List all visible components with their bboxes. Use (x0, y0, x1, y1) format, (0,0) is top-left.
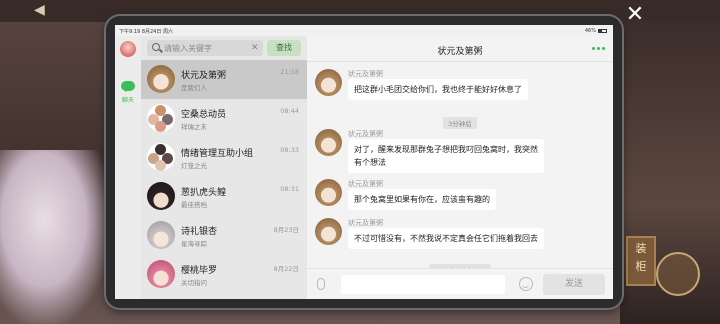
contact-subtitle: 灯笼之光 (181, 162, 207, 170)
battery-icon (598, 29, 607, 33)
message-sender: 状元及第粥 (348, 180, 383, 188)
contact-avatar (147, 65, 175, 93)
chat-header: 状元及第粥 (307, 36, 613, 62)
contact-item[interactable]: 葱扒虎头鳇 最佳搭档 08:31 (141, 177, 307, 216)
microphone-icon[interactable] (317, 278, 325, 290)
phone-screen: 下午9:19 8月24日 周六 46% 聊天 ✕ 查找 状元及第粥 (115, 25, 613, 299)
contact-avatar (147, 182, 175, 210)
message-bubble: 对了，醒来发现那群兔子想把我叼回兔窝时，我突然 有个想法 (348, 139, 544, 173)
contact-item[interactable]: 情绪管理互助小组 灯笼之光 08:33 (141, 138, 307, 177)
contact-name: 葱扒虎头鳇 (181, 188, 227, 198)
contact-subtitle: 祥瑞之末 (181, 123, 207, 131)
message-input[interactable] (341, 275, 505, 294)
message-line: 把这群小毛团交给你们，我也终于能好好休息了 (354, 85, 522, 94)
back-arrow-icon[interactable]: ◀ (34, 2, 45, 18)
contact-time: 21:18 (280, 68, 299, 76)
message-line: 那个兔窝里如果有你在，应该蛮有趣的 (354, 195, 490, 204)
chat-bubble-icon[interactable] (121, 81, 135, 92)
sender-avatar[interactable] (315, 69, 342, 96)
time-divider: 3分钟后 (307, 111, 613, 130)
contact-subtitle: 星海寻踪 (181, 240, 207, 248)
contact-item[interactable]: 空桑总动员 祥瑞之末 08:44 (141, 99, 307, 138)
contact-name: 状元及第粥 (181, 71, 227, 81)
contact-time: 08:44 (280, 107, 299, 115)
contact-name: 樱桃毕罗 (181, 266, 218, 276)
phone-device-frame: 下午9:19 8月24日 周六 46% 聊天 ✕ 查找 状元及第粥 (106, 16, 622, 308)
group-avatar (147, 143, 175, 171)
close-icon[interactable]: ✕ (624, 4, 646, 26)
contact-item[interactable]: 状元及第粥 是我们人 21:18 (141, 60, 307, 99)
contact-subtitle: 最佳搭档 (181, 201, 207, 209)
contact-time: 8月22日 (273, 265, 299, 273)
contact-subtitle: 关切指问 (181, 279, 207, 287)
contact-name: 空桑总动员 (181, 110, 227, 120)
chat-panel: 状元及第粥 状元及第粥 把这群小毛团交给你们，我也终于能好好休息了 3分钟后 状… (307, 36, 613, 299)
message-line: 对了，醒来发现那群兔子想把我叼回兔窝时，我突然 (354, 145, 538, 154)
sender-avatar[interactable] (315, 179, 342, 206)
message-line: 不过可惜没有，不然我说不定真会任它们拖着我回去 (354, 234, 538, 243)
user-avatar[interactable] (120, 41, 136, 57)
background-sign: 装柜 (626, 236, 656, 286)
message-sender: 状元及第粥 (348, 219, 383, 227)
status-bar: 下午9:19 8月24日 周六 46% (115, 25, 613, 36)
contact-time: 08:33 (280, 146, 299, 154)
contact-name: 情绪管理互助小组 (181, 149, 254, 159)
contact-time: 8月23日 (273, 226, 299, 234)
contact-time: 08:31 (280, 185, 299, 193)
rail-chat-label[interactable]: 聊天 (115, 95, 141, 104)
message-line: 有个想法 (354, 158, 386, 167)
message-bubble: 不过可惜没有，不然我说不定真会任它们拖着我回去 (348, 228, 544, 249)
sender-avatar[interactable] (315, 218, 342, 245)
more-options-icon[interactable] (592, 47, 605, 50)
emoji-icon[interactable] (519, 277, 533, 291)
message-bubble: 那个兔窝里如果有你在，应该蛮有趣的 (348, 189, 496, 210)
message-sender: 状元及第粥 (348, 70, 383, 78)
contact-item[interactable]: 樱桃毕罗 关切指问 8月22日 (141, 255, 307, 294)
search-box: ✕ (147, 40, 263, 56)
sender-avatar[interactable] (315, 129, 342, 156)
contact-list: 状元及第粥 是我们人 21:18 空桑总动员 祥瑞之末 08:44 情绪管理互助… (141, 60, 307, 294)
battery-percent: 46% (584, 28, 596, 34)
group-avatar (147, 104, 175, 132)
message-sender: 状元及第粥 (348, 130, 383, 138)
time-divider-label: 3分钟后 (443, 117, 477, 129)
search-button[interactable]: 查找 (267, 40, 301, 56)
status-right: 46% (585, 28, 607, 34)
background-round-button (656, 252, 700, 296)
search-input[interactable] (164, 41, 244, 55)
search-icon (152, 43, 160, 51)
contact-avatar (147, 221, 175, 249)
chat-input-bar: 发送 (307, 268, 613, 299)
clear-icon[interactable]: ✕ (251, 42, 259, 54)
contact-name: 诗礼银杏 (181, 227, 218, 237)
contact-avatar (147, 260, 175, 288)
status-time-date: 下午9:19 8月24日 周六 (119, 29, 173, 35)
contact-item[interactable]: 诗礼银杏 星海寻踪 8月23日 (141, 216, 307, 255)
contact-subtitle: 是我们人 (181, 84, 207, 92)
contact-list-panel: ✕ 查找 状元及第粥 是我们人 21:18 空桑总动员 (141, 36, 307, 299)
chat-title: 状元及第粥 (437, 47, 483, 57)
left-rail: 聊天 (115, 36, 141, 299)
message-bubble: 把这群小毛团交给你们，我也终于能好好休息了 (348, 79, 528, 100)
send-button[interactable]: 发送 (543, 274, 605, 295)
background-character (0, 150, 110, 324)
